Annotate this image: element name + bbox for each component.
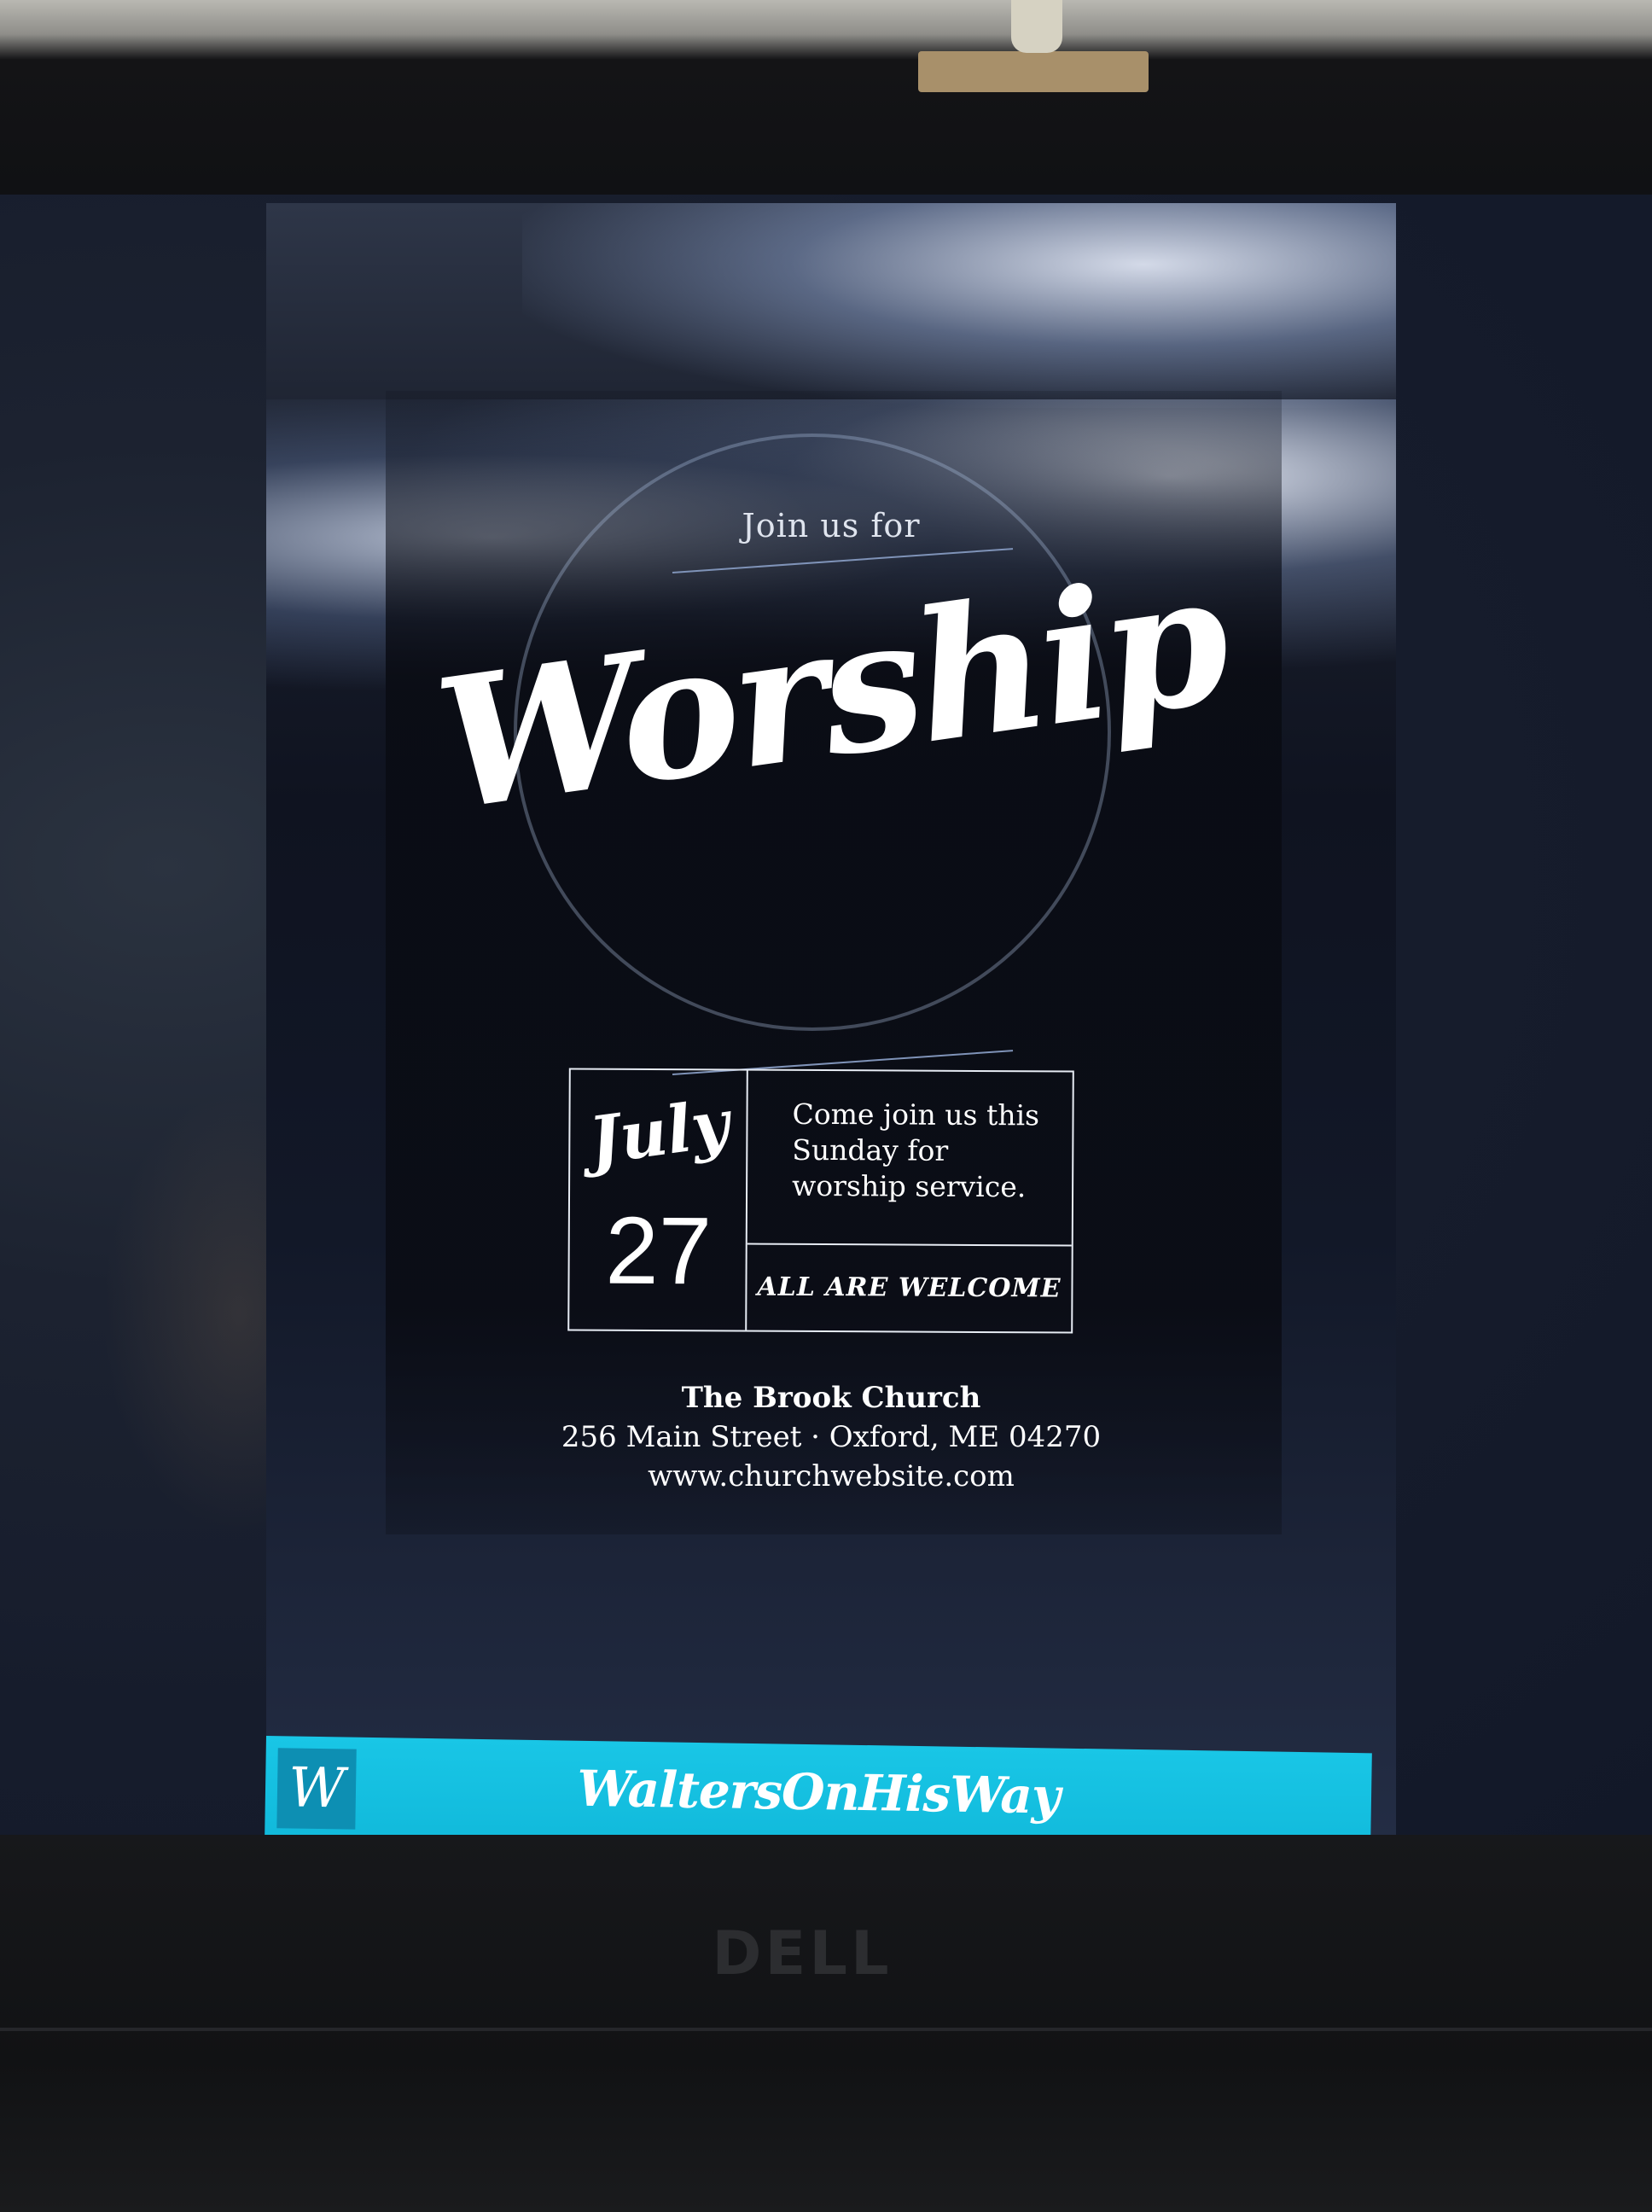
- description-line-3: worship service.: [791, 1168, 1027, 1204]
- hinge-line: [0, 2028, 1652, 2031]
- description-line-2: Sunday for: [792, 1132, 949, 1167]
- service-description: Come join us this Sunday for worship ser…: [747, 1070, 1073, 1247]
- church-website: www.churchwebsite.com: [648, 1459, 1015, 1493]
- clip-peg: [1011, 0, 1062, 53]
- date-month: July: [585, 1085, 734, 1179]
- welcome-text: ALL ARE WELCOME: [757, 1272, 1062, 1304]
- bottom-bezel: [0, 1835, 1652, 2212]
- description-line-1: Come join us this: [792, 1097, 1040, 1132]
- church-address: 256 Main Street · Oxford, ME 04270: [561, 1420, 1102, 1454]
- date-box: July 27 Come join us this Sunday for wor…: [567, 1068, 1074, 1334]
- date-panel: July 27: [569, 1069, 748, 1330]
- camera-clip: [918, 51, 1149, 92]
- intro-text: Join us for: [742, 507, 921, 544]
- cloud-background: [522, 203, 1396, 408]
- dell-logo: DELL: [712, 1918, 893, 1988]
- banner-watermark-text: WaltersOnHisWay: [576, 1759, 1061, 1825]
- worship-flyer: Join us for Worship July 27 Come join us…: [266, 203, 1396, 1867]
- church-name: The Brook Church: [681, 1381, 981, 1415]
- date-day: 27: [605, 1196, 713, 1305]
